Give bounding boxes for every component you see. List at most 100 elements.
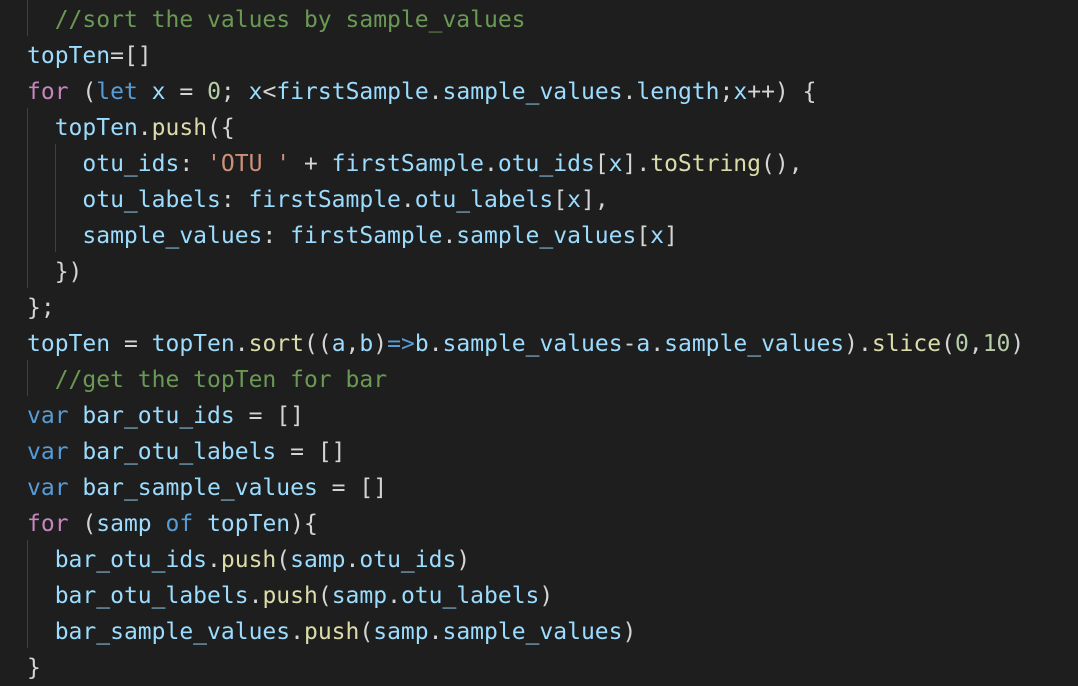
code-token-var: firstSample <box>248 187 401 213</box>
code-token-var: x <box>608 151 623 177</box>
code-token-number: 0 <box>954 331 969 357</box>
code-token-fn: push <box>262 583 318 609</box>
code-token-punct <box>152 511 166 537</box>
code-line[interactable]: bar_sample_values.push(samp.sample_value… <box>27 614 637 650</box>
code-token-var: samp <box>290 547 346 573</box>
code-token-var: topTen <box>54 115 138 141</box>
code-token-punct: ){ <box>290 511 318 537</box>
code-token-punct: =[] <box>110 43 152 69</box>
code-editor[interactable]: //sort the values by sample_values topTen… <box>0 0 1078 684</box>
code-token-var: otu_labels <box>400 583 540 609</box>
code-token-comment: //sort the values by sample_values <box>54 7 526 33</box>
code-token-punct: } <box>27 655 41 681</box>
code-line[interactable]: bar_otu_ids.push(samp.otu_ids) <box>27 542 470 578</box>
code-token-punct: - <box>622 331 637 357</box>
code-token-var: bar_sample_values <box>82 475 318 501</box>
code-token-punct: . <box>290 619 304 645</box>
code-token-punct: ) <box>456 547 471 573</box>
code-token-var: sample_values <box>442 79 623 105</box>
code-line[interactable]: //sort the values by sample_values <box>27 2 526 38</box>
code-line[interactable]: topTen = topTen.sort((a,b)=>b.sample_val… <box>27 326 1024 362</box>
code-token-punct: , <box>968 331 983 357</box>
code-token-var: otu_labels <box>82 187 221 213</box>
code-token-var: bar_otu_labels <box>82 439 277 465</box>
code-token-var: samp <box>96 511 152 537</box>
code-line[interactable]: sample_values: firstSample.sample_values… <box>27 218 678 254</box>
code-token-punct: . <box>345 547 360 573</box>
code-token-fn: sort <box>248 331 304 357</box>
code-token-keyword: for <box>27 511 69 537</box>
code-token-var: b <box>414 331 429 357</box>
code-token-punct: = [] <box>234 403 304 429</box>
code-token-punct: [ <box>636 223 651 249</box>
code-token-punct: = <box>110 331 152 357</box>
code-token-punct: }) <box>27 259 83 285</box>
code-token-var: firstSample <box>276 79 429 105</box>
code-token-var: firstSample <box>331 151 484 177</box>
code-token-punct <box>27 115 55 141</box>
code-token-punct: = [] <box>317 475 388 501</box>
code-token-storage: var <box>27 403 69 429</box>
code-token-var: otu_ids <box>497 151 595 177</box>
code-token-punct: ) <box>622 619 637 645</box>
code-line[interactable]: topTen=[] <box>27 38 152 74</box>
code-token-punct: ++) { <box>747 79 817 105</box>
code-token-punct: [ <box>553 187 568 213</box>
code-line[interactable]: for (let x = 0; x<firstSample.sample_val… <box>27 74 816 110</box>
code-token-punct: ( <box>359 619 374 645</box>
code-line[interactable]: var bar_otu_labels = [] <box>27 434 346 470</box>
code-token-fn: push <box>151 115 208 141</box>
code-line[interactable]: }) <box>27 254 83 290</box>
code-line[interactable]: var bar_otu_ids = [] <box>27 398 304 434</box>
code-token-fn: push <box>220 547 277 573</box>
code-token-var: bar_otu_labels <box>54 583 249 609</box>
code-token-punct: = [] <box>276 439 346 465</box>
code-token-var: bar_otu_ids <box>82 403 235 429</box>
code-token-punct: , <box>345 331 360 357</box>
code-token-punct: (), <box>761 151 803 177</box>
code-line[interactable]: otu_labels: firstSample.otu_labels[x], <box>27 182 608 218</box>
code-token-punct: . <box>248 583 263 609</box>
code-line[interactable]: for (samp of topTen){ <box>27 506 318 542</box>
code-token-punct: ( <box>317 583 332 609</box>
code-token-fn: push <box>303 619 360 645</box>
code-line[interactable]: topTen.push({ <box>27 110 235 146</box>
code-line[interactable]: bar_otu_labels.push(samp.otu_labels) <box>27 578 554 614</box>
code-line[interactable]: } <box>27 650 41 686</box>
code-token-var: sample_values <box>456 223 637 249</box>
code-token-var: topTen <box>207 511 291 537</box>
code-token-punct <box>27 223 82 249</box>
code-token-punct: ({ <box>207 115 235 141</box>
code-token-fn: slice <box>871 331 942 357</box>
code-token-punct: ; <box>719 79 734 105</box>
code-token-storage: => <box>387 331 415 357</box>
code-token-punct <box>193 511 207 537</box>
code-line[interactable]: otu_ids: 'OTU ' + firstSample.otu_ids[x]… <box>27 146 803 182</box>
code-token-punct: ] <box>664 223 678 249</box>
code-token-punct: : <box>220 187 249 213</box>
code-token-punct: ) <box>1010 331 1025 357</box>
code-token-punct: ( <box>941 331 955 357</box>
code-line[interactable]: //get the topTen for bar <box>27 362 387 398</box>
code-line[interactable]: }; <box>27 290 55 326</box>
code-token-fn: toString <box>650 151 761 177</box>
code-token-punct: (( <box>303 331 332 357</box>
code-token-var: sample_values <box>442 619 623 645</box>
code-token-punct: . <box>650 331 665 357</box>
code-token-punct <box>27 547 55 573</box>
code-token-punct <box>27 7 55 33</box>
code-line[interactable]: var bar_sample_values = [] <box>27 470 387 506</box>
code-token-punct <box>27 619 55 645</box>
code-token-var: otu_ids <box>359 547 457 573</box>
code-token-var: sample_values <box>442 331 623 357</box>
code-token-keyword: for <box>27 79 69 105</box>
code-token-var: topTen <box>27 331 111 357</box>
code-token-punct: . <box>234 331 249 357</box>
code-token-punct: . <box>137 115 152 141</box>
code-token-storage: var <box>27 439 69 465</box>
code-token-punct: . <box>484 151 498 177</box>
code-token-punct: [ <box>594 151 609 177</box>
code-token-string: 'OTU ' <box>207 151 291 177</box>
code-token-punct: : <box>179 151 208 177</box>
code-token-punct: ]. <box>622 151 651 177</box>
